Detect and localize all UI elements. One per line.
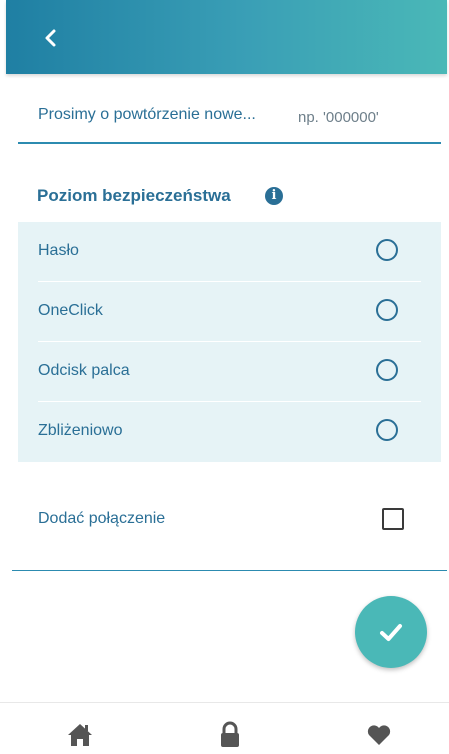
heart-icon (367, 725, 391, 745)
top-app-bar (6, 0, 447, 74)
back-button[interactable] (39, 26, 63, 50)
nav-lock[interactable] (216, 720, 244, 748)
option-label: Zbliżeniowo (38, 422, 123, 439)
divider (12, 570, 447, 571)
option-label: Odcisk palca (38, 362, 130, 379)
nav-favorites[interactable] (365, 720, 393, 748)
add-connection-row[interactable]: Dodać połączenie (18, 498, 441, 542)
add-connection-checkbox[interactable] (382, 508, 404, 530)
add-connection-label: Dodać połączenie (38, 510, 166, 527)
option-label: Hasło (38, 242, 79, 259)
option-label: OneClick (38, 302, 103, 319)
check-icon (380, 624, 402, 641)
pin-repeat-input[interactable] (296, 102, 440, 132)
chevron-left-icon (45, 29, 56, 47)
confirm-button[interactable] (355, 596, 427, 668)
radio-button[interactable] (376, 239, 398, 261)
security-option-contactless[interactable]: Zbliżeniowo (18, 402, 441, 462)
lock-icon (221, 721, 239, 747)
security-level-title: Poziom bezpieczeństwa (37, 186, 231, 205)
nav-home[interactable] (66, 720, 94, 748)
pin-repeat-field: Prosimy o powtórzenie nowe... (18, 96, 441, 144)
radio-button[interactable] (376, 419, 398, 441)
home-icon (68, 724, 92, 746)
security-options-list: Hasło OneClick Odcisk palca Zbliżeniowo (18, 222, 441, 462)
info-icon[interactable]: i (265, 187, 283, 205)
security-option-password[interactable]: Hasło (18, 222, 441, 282)
pin-underline (18, 142, 441, 144)
bottom-nav-divider (0, 702, 449, 703)
security-option-fingerprint[interactable]: Odcisk palca (18, 342, 441, 402)
pin-repeat-label: Prosimy o powtórzenie nowe... (38, 106, 256, 123)
radio-button[interactable] (376, 359, 398, 381)
radio-button[interactable] (376, 299, 398, 321)
security-option-oneclick[interactable]: OneClick (18, 282, 441, 342)
